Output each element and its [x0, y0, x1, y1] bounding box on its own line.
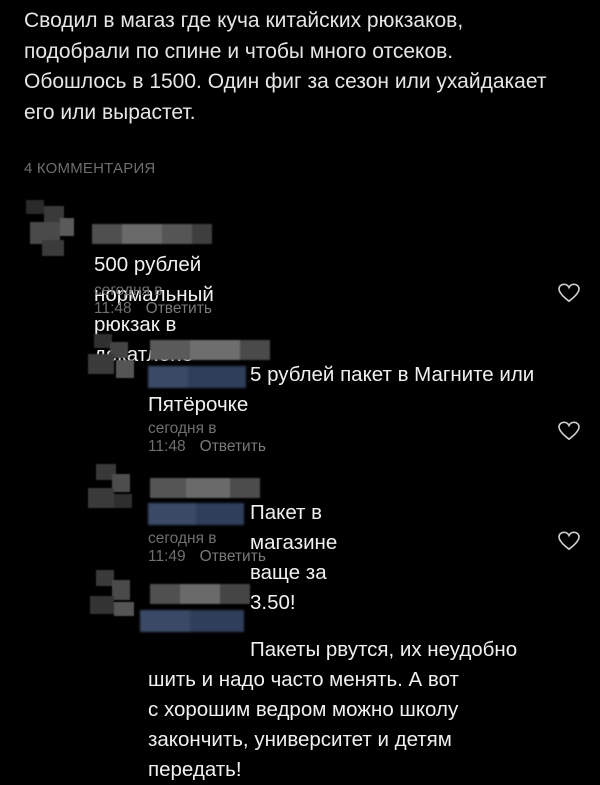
avatar[interactable]: [84, 330, 140, 386]
reply-button[interactable]: Ответить: [200, 548, 266, 565]
comment-text: 5 рублей пакет в Магните или Пятёрочке: [148, 360, 578, 420]
comment-text-line: 5 рублей пакет в Магните или: [250, 363, 535, 386]
author-name-blurred[interactable]: [150, 340, 270, 360]
reply-button[interactable]: Ответить: [200, 438, 266, 455]
reply-button[interactable]: Ответить: [146, 300, 212, 317]
avatar[interactable]: [22, 200, 78, 256]
post-text: Сводил в магаз где куча китайских рюкзак…: [24, 9, 547, 124]
author-name-blurred[interactable]: [150, 584, 250, 604]
comment-text-line: Пакеты рвутся, их неудобно: [250, 638, 518, 661]
heart-icon[interactable]: [558, 283, 580, 303]
reply-mention-blurred[interactable]: [148, 503, 244, 525]
comment-meta: сегодня в 11:49 Ответить: [148, 530, 266, 566]
comments-count: 4 КОММЕНТАРИЯ: [24, 160, 156, 177]
heart-icon[interactable]: [558, 531, 580, 551]
comment-meta: сегодня в 11:48 Ответить: [148, 420, 266, 456]
comment-meta: сегодня в 11:48 Ответить: [94, 282, 212, 318]
heart-icon[interactable]: [558, 421, 580, 441]
comment-text-line: Пятёрочке: [148, 393, 249, 416]
avatar[interactable]: [84, 566, 140, 622]
author-name-blurred[interactable]: [92, 224, 212, 244]
avatar[interactable]: [84, 460, 140, 516]
author-name-blurred[interactable]: [150, 478, 260, 498]
comment-text-line: шить и надо часто менять. А вот с хороши…: [148, 668, 459, 781]
comment-text: Пакеты рвутся, их неудобно шить и надо ча…: [148, 605, 578, 785]
